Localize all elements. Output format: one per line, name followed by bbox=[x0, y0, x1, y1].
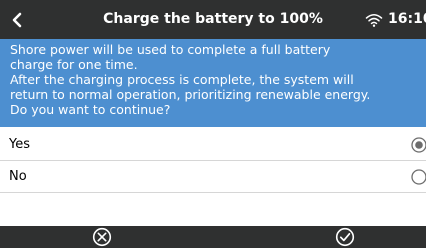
wifi-icon bbox=[365, 12, 383, 27]
radio-selected-icon[interactable] bbox=[411, 137, 426, 153]
cancel-icon[interactable] bbox=[91, 227, 113, 247]
option-yes[interactable]: Yes bbox=[0, 129, 426, 161]
radio-unselected-icon[interactable] bbox=[411, 169, 426, 185]
message-line: Shore power will be used to complete a f… bbox=[10, 42, 331, 57]
dialog-screen: Charge the battery to 100% 16:10 Shore p… bbox=[0, 0, 426, 248]
message-line: Do you want to continue? bbox=[10, 102, 171, 117]
option-label: Yes bbox=[9, 137, 30, 152]
message-line: charge for one time. bbox=[10, 57, 138, 72]
confirm-icon[interactable] bbox=[334, 227, 356, 247]
clock: 16:10 bbox=[388, 11, 426, 27]
page-title: Charge the battery to 100% bbox=[103, 11, 323, 27]
message-panel: Shore power will be used to complete a f… bbox=[0, 39, 426, 127]
chevron-left-icon[interactable] bbox=[8, 10, 28, 30]
message-line: After the charging process is complete, … bbox=[10, 72, 354, 87]
title-bar: Charge the battery to 100% 16:10 bbox=[0, 0, 426, 39]
option-no[interactable]: No bbox=[0, 161, 426, 193]
message-line: return to normal operation, prioritizing… bbox=[10, 87, 371, 102]
option-label: No bbox=[9, 169, 27, 184]
footer-bar bbox=[0, 226, 426, 248]
